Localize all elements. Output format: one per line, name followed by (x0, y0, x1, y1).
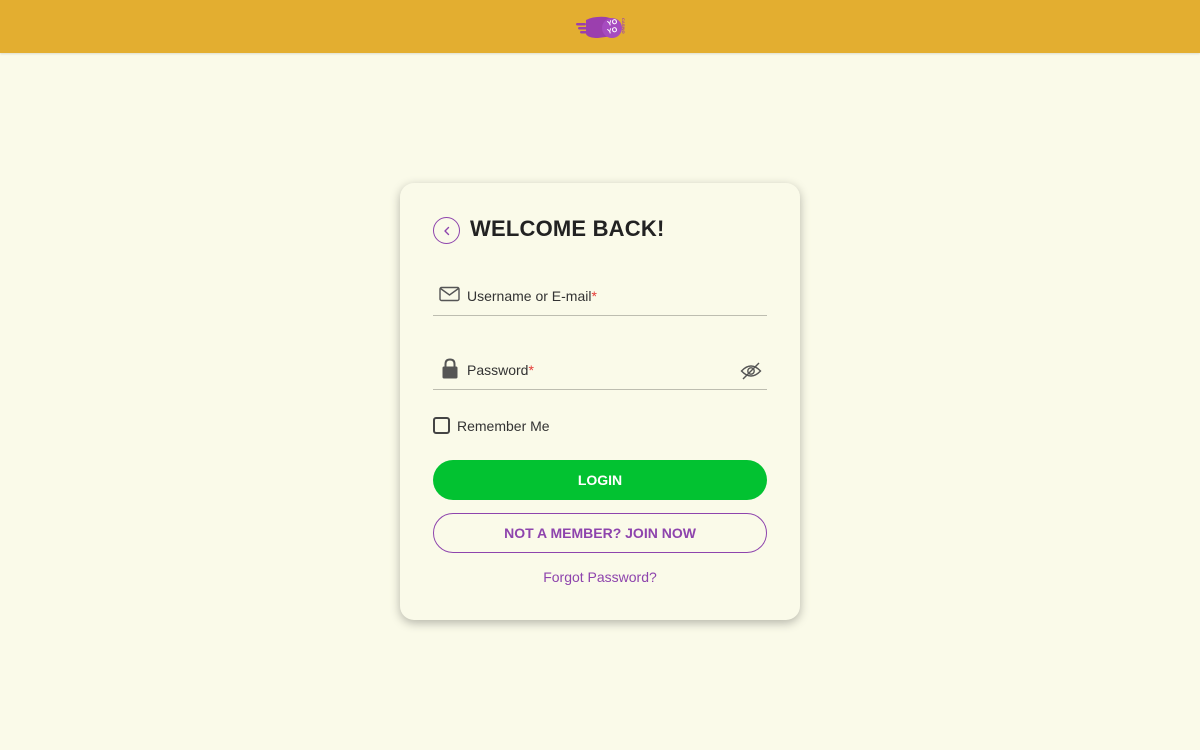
envelope-icon (439, 286, 460, 307)
top-bar: YO YO CASINO (0, 0, 1200, 53)
remember-me-label: Remember Me (457, 417, 550, 434)
remember-me-checkbox[interactable] (433, 417, 450, 434)
toggle-password-visibility[interactable] (740, 361, 762, 381)
username-field[interactable]: Username or E-mail* (433, 278, 767, 316)
password-field[interactable]: Password* (433, 352, 767, 390)
required-marker: * (591, 288, 597, 304)
back-button[interactable] (433, 217, 460, 244)
forgot-password-link[interactable]: Forgot Password? (400, 569, 800, 585)
lock-icon (442, 358, 458, 384)
eye-slash-icon (740, 362, 762, 380)
page-title: WELCOME BACK! (470, 216, 665, 241)
login-card: WELCOME BACK! Username or E-mail* Passwo… (400, 183, 800, 620)
join-now-button[interactable]: NOT A MEMBER? JOIN NOW (433, 513, 767, 553)
remember-me[interactable]: Remember Me (433, 417, 550, 434)
logo-casino-text: CASINO (621, 18, 626, 34)
username-label: Username or E-mail* (467, 288, 597, 304)
password-label: Password* (467, 362, 534, 378)
chevron-left-icon (443, 226, 449, 235)
login-button[interactable]: LOGIN (433, 460, 767, 500)
yoyo-casino-logo[interactable]: YO YO CASINO (576, 14, 626, 40)
required-marker: * (528, 362, 534, 378)
